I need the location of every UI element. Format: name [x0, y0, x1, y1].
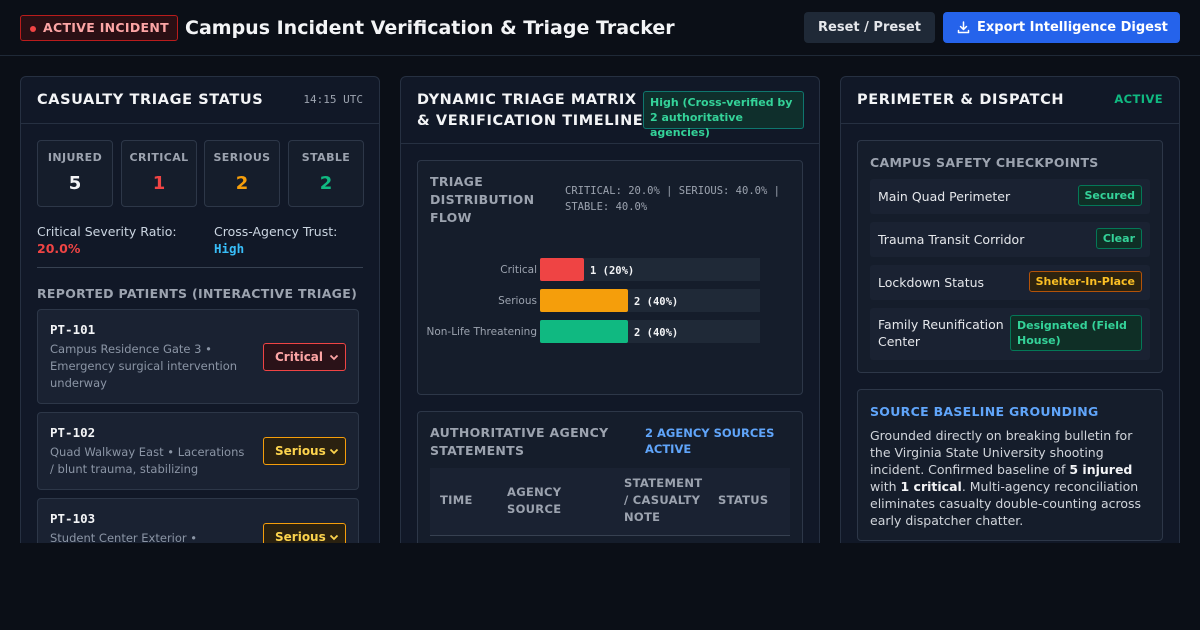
active-incident-badge: ACTIVE INCIDENT — [20, 15, 178, 41]
export-digest-button[interactable]: Export Intelligence Digest — [943, 12, 1180, 43]
matrix-panel-title: DYNAMIC TRIAGE MATRIX & VERIFICATION TIM… — [417, 90, 643, 132]
matrix-title-line2: & VERIFICATION TIMELINE — [417, 113, 644, 129]
perimeter-dispatch-panel: PERIMETER & DISPATCH ACTIVE CAMPUS SAFET… — [840, 76, 1180, 556]
viewport-bottom — [0, 543, 1200, 630]
patient-description: Campus Residence Gate 3 • Emergency surg… — [50, 342, 238, 390]
checkpoint-name: Main Quad Perimeter — [878, 189, 1011, 204]
triage-matrix-panel: DYNAMIC TRIAGE MATRIX & VERIFICATION TIM… — [400, 76, 820, 556]
incident-badge-label: ACTIVE INCIDENT — [43, 20, 169, 35]
grounding-text: Grounded directly on breaking bulletin f… — [870, 427, 1154, 529]
severity-ratio-label: Critical Severity Ratio: — [37, 224, 177, 239]
data-label: 2 (40%) — [634, 327, 678, 339]
status-dot-icon — [30, 26, 36, 32]
trust-value: High — [214, 241, 245, 256]
stat-value: 1 — [152, 173, 166, 194]
top-bar: ACTIVE INCIDENT Campus Incident Verifica… — [0, 0, 1200, 56]
column-header-agency: AGENCY SOURCE — [507, 485, 562, 516]
chevron-down-icon — [329, 354, 339, 361]
checkpoint-status-badge: Secured — [1077, 185, 1142, 206]
checkpoint-row: Trauma Transit Corridor Clear — [870, 222, 1150, 257]
patient-card: PT-102 Quad Walkway East • Lacerations /… — [37, 412, 359, 490]
triage-select-value: Serious — [275, 444, 326, 458]
stat-value: 2 — [235, 173, 249, 194]
perimeter-panel-title: PERIMETER & DISPATCH — [857, 92, 1065, 108]
source-grounding-card: SOURCE BASELINE GROUNDING Grounded direc… — [857, 389, 1163, 541]
confidence-badge: High (Cross-verified by 2 authoritative … — [643, 91, 804, 139]
triage-select-value: Critical — [275, 350, 324, 364]
checkpoint-name: Lockdown Status — [878, 275, 985, 290]
casualty-panel-title: CASUALTY TRIAGE STATUS — [37, 92, 264, 108]
bar-chart: Critical 1 (20%) Serious 2 (40%) Non-Life Th… — [426, 258, 760, 343]
stat-label: INJURED — [47, 151, 103, 164]
triage-select[interactable]: Critical — [263, 343, 346, 371]
stat-label: SERIOUS — [213, 151, 271, 164]
grounding-bold-injured: 5 injured — [1069, 462, 1133, 477]
export-button-label: Export Intelligence Digest — [977, 20, 1168, 35]
perimeter-status: ACTIVE — [1114, 92, 1163, 106]
panel-header: PERIMETER & DISPATCH ACTIVE — [841, 77, 1179, 124]
patient-id: PT-103 — [50, 511, 96, 526]
bar-non-life-threatening — [540, 320, 628, 343]
checkpoints-card: CAMPUS SAFETY CHECKPOINTS Main Quad Peri… — [857, 140, 1163, 373]
column-header-time: TIME — [440, 493, 473, 507]
panel-header: CASUALTY TRIAGE STATUS 14:15 UTC — [21, 77, 379, 124]
stat-critical: CRITICAL 1 — [121, 140, 197, 207]
app-title: Campus Incident Verification & Triage Tr… — [185, 17, 675, 39]
category-label: Serious — [498, 295, 537, 307]
bar-serious — [540, 289, 628, 312]
grounding-bold-critical: 1 critical — [900, 479, 962, 494]
stat-stable: STABLE 2 — [288, 140, 364, 207]
stat-label: CRITICAL — [129, 151, 189, 164]
data-label: 1 (20%) — [590, 265, 634, 277]
matrix-title-line1: DYNAMIC TRIAGE MATRIX — [417, 92, 637, 108]
stat-injured: INJURED 5 — [37, 140, 113, 207]
column-header-statement: STATEMENT / CASUALTY NOTE — [624, 476, 703, 524]
bar-critical — [540, 258, 584, 281]
checkpoint-name: Trauma Transit Corridor — [878, 232, 1025, 247]
divider — [37, 267, 363, 268]
checkpoint-name: Family Reunification Center — [878, 317, 1004, 349]
data-label: 2 (40%) — [634, 296, 678, 308]
panel-header: DYNAMIC TRIAGE MATRIX & VERIFICATION TIM… — [401, 77, 819, 144]
checkpoint-status-badge: Designated (Field House) — [1010, 315, 1142, 351]
stat-value: 2 — [319, 173, 333, 194]
checkpoint-row: Main Quad Perimeter Secured — [870, 179, 1150, 214]
stat-serious: SERIOUS 2 — [204, 140, 280, 207]
chevron-down-icon — [329, 448, 339, 455]
triage-distribution-chart: TRIAGE DISTRIBUTION FLOW CRITICAL: 20.0%… — [417, 160, 803, 395]
category-label: Non-Life Threatening — [426, 326, 537, 338]
grounding-title: SOURCE BASELINE GROUNDING — [870, 404, 1099, 419]
agency-count-badge: 2 AGENCY SOURCES ACTIVE — [645, 426, 775, 456]
trust-label: Cross-Agency Trust: — [214, 224, 338, 239]
stat-label: STABLE — [301, 151, 351, 164]
timestamp: 14:15 UTC — [303, 93, 363, 106]
category-label: Critical — [500, 264, 537, 276]
triage-select[interactable]: Serious — [263, 437, 346, 465]
reset-preset-button[interactable]: Reset / Preset — [804, 12, 935, 43]
patient-card: PT-101 Campus Residence Gate 3 • Emergen… — [37, 309, 359, 404]
chevron-down-icon — [329, 534, 339, 541]
chart-title: TRIAGE DISTRIBUTION FLOW — [430, 174, 535, 225]
stat-value: 5 — [68, 173, 82, 194]
patient-id: PT-101 — [50, 322, 96, 337]
checkpoint-status-badge: Shelter-In-Place — [1028, 271, 1142, 292]
agency-table-header: TIME AGENCY SOURCE STATEMENT / CASUALTY … — [430, 468, 790, 536]
agency-statements: AUTHORITATIVE AGENCY STATEMENTS 2 AGENCY… — [417, 411, 803, 555]
grounding-text-part: with — [870, 479, 901, 494]
checkpoint-row: Lockdown Status Shelter-In-Place — [870, 265, 1150, 300]
triage-select-value: Serious — [275, 530, 326, 544]
chart-summary: CRITICAL: 20.0% | SERIOUS: 40.0% | STABL… — [565, 185, 780, 213]
column-header-status: STATUS — [718, 493, 769, 507]
checkpoints-title: CAMPUS SAFETY CHECKPOINTS — [870, 155, 1099, 170]
download-icon — [957, 21, 970, 34]
casualty-triage-panel: CASUALTY TRIAGE STATUS 14:15 UTC INJURED… — [20, 76, 380, 556]
agency-section-title: AUTHORITATIVE AGENCY STATEMENTS — [430, 425, 609, 458]
patient-id: PT-102 — [50, 425, 96, 440]
checkpoint-status-badge: Clear — [1095, 228, 1142, 249]
patients-section-title: REPORTED PATIENTS (INTERACTIVE TRIAGE) — [37, 286, 358, 301]
patient-description: Quad Walkway East • Lacerations / blunt … — [50, 445, 245, 476]
checkpoint-row: Family Reunification Center Designated (… — [870, 308, 1150, 360]
severity-ratio-value: 20.0% — [37, 241, 81, 256]
